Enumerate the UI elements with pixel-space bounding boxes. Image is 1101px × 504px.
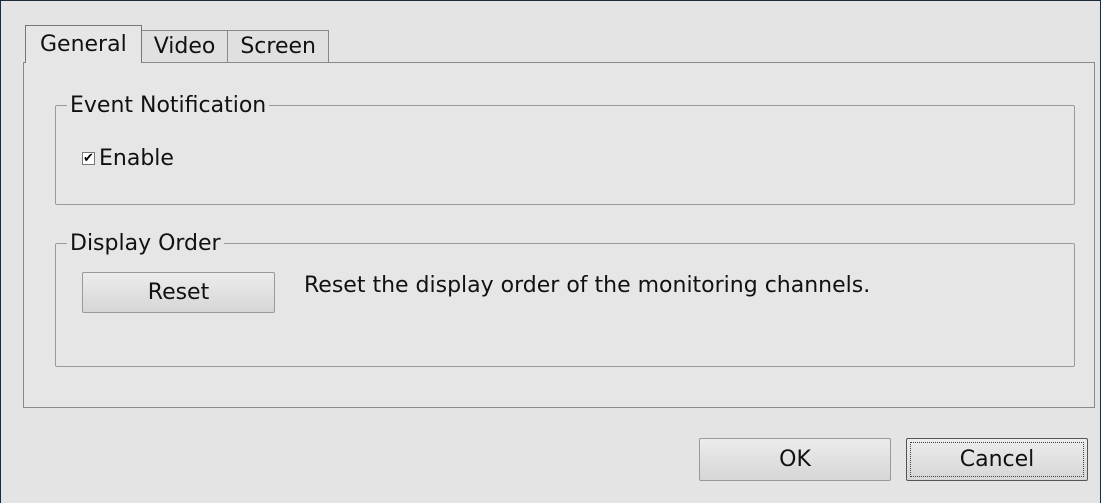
cancel-button[interactable]: Cancel xyxy=(906,438,1088,481)
event-notification-title: Event Notification xyxy=(70,93,267,118)
reset-description: Reset the display order of the monitorin… xyxy=(304,273,871,298)
display-order-group: Display Order Reset Reset the display or… xyxy=(55,231,1075,367)
enable-label: Enable xyxy=(99,146,174,171)
event-notification-group: Event Notification ✔ Enable xyxy=(55,93,1075,205)
tab-bar: General Video Screen xyxy=(25,25,329,63)
ok-button[interactable]: OK xyxy=(699,438,891,481)
tab-general[interactable]: General xyxy=(25,25,142,63)
display-order-title: Display Order xyxy=(70,231,221,256)
enable-checkbox-row[interactable]: ✔ Enable xyxy=(82,146,174,171)
reset-button[interactable]: Reset xyxy=(82,272,275,313)
cancel-label: Cancel xyxy=(959,447,1035,472)
tab-video[interactable]: Video xyxy=(140,30,229,63)
settings-dialog: General Video Screen Event Notification … xyxy=(0,0,1101,503)
enable-checkbox[interactable]: ✔ xyxy=(82,152,95,165)
tab-screen[interactable]: Screen xyxy=(227,30,329,63)
general-tab-panel: Event Notification ✔ Enable Display Orde… xyxy=(23,62,1095,408)
